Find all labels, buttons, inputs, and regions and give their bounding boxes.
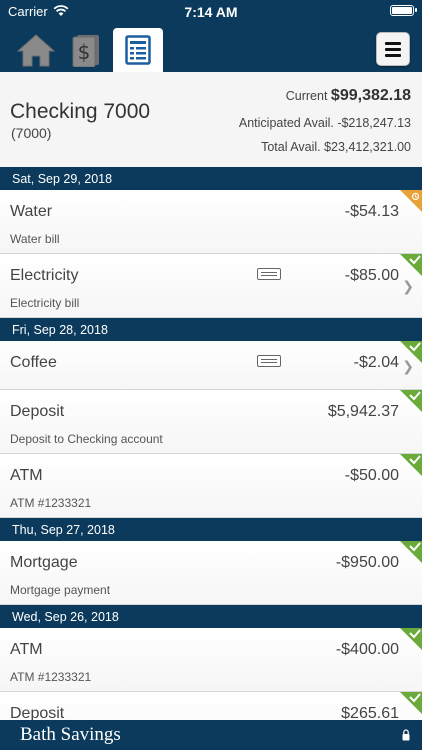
cleared-check-icon xyxy=(400,628,422,650)
transaction-memo: Mortgage payment xyxy=(10,583,111,597)
transaction-memo: Deposit to Checking account xyxy=(10,432,163,446)
transaction-memo: Electricity bill xyxy=(10,296,80,310)
transaction-amount: -$400.00 xyxy=(335,641,399,658)
transaction-name: Electricity xyxy=(10,267,79,284)
transaction-row[interactable]: Deposit Deposit to Checking account $5,9… xyxy=(0,390,422,454)
clock: 7:14 AM xyxy=(184,4,238,20)
hamburger-menu-icon xyxy=(385,41,401,45)
cleared-check-icon xyxy=(400,254,422,276)
transaction-memo: ATM #1233321 xyxy=(10,670,92,684)
cleared-check-icon xyxy=(400,541,422,563)
date-header: Sat, Sep 29, 2018 xyxy=(0,167,422,190)
lock-icon xyxy=(402,729,410,741)
transaction-row[interactable]: Water Water bill -$54.13 xyxy=(0,190,422,254)
home-icon xyxy=(16,34,56,67)
date-header: Fri, Sep 28, 2018 xyxy=(0,318,422,341)
transaction-amount: -$950.00 xyxy=(335,554,399,571)
cleared-check-icon xyxy=(400,390,422,412)
transaction-list[interactable]: Sat, Sep 29, 2018 Water Water bill -$54.… xyxy=(0,167,422,720)
transaction-memo: Water bill xyxy=(10,232,60,246)
transaction-row[interactable]: Deposit $265.61 xyxy=(0,692,422,720)
receipt-icon[interactable] xyxy=(257,355,281,367)
current-balance: Current $99,382.18 xyxy=(286,87,411,105)
hamburger-line xyxy=(385,53,401,57)
total-balance: Total Avail. $23,412,321.00 xyxy=(261,140,411,154)
transaction-row[interactable]: Coffee -$2.04 ❯ xyxy=(0,341,422,390)
anticipated-balance: Anticipated Avail. -$218,247.13 xyxy=(238,116,411,130)
status-bar: Carrier 7:14 AM xyxy=(0,0,422,22)
cleared-check-icon xyxy=(400,341,422,363)
transaction-amount: -$50.00 xyxy=(344,467,399,484)
tab-register[interactable] xyxy=(113,28,163,72)
transaction-row[interactable]: Mortgage Mortgage payment -$950.00 xyxy=(0,541,422,605)
account-number: (7000) xyxy=(11,125,52,141)
transaction-amount: $265.61 xyxy=(341,705,399,720)
transaction-amount: -$85.00 xyxy=(344,267,399,284)
account-summary: Checking 7000 (7000) Current $99,382.18 … xyxy=(0,72,422,167)
receipt-icon[interactable] xyxy=(257,268,281,280)
transaction-name: ATM xyxy=(10,467,43,484)
brand-logo: Bath Savings xyxy=(20,724,121,745)
date-header: Wed, Sep 26, 2018 xyxy=(0,605,422,628)
transaction-amount: -$54.13 xyxy=(344,203,399,220)
transaction-row[interactable]: ATM ATM #1233321 -$400.00 xyxy=(0,628,422,692)
tab-home[interactable] xyxy=(14,28,58,72)
cleared-check-icon xyxy=(400,454,422,476)
transaction-name: Coffee xyxy=(10,354,57,371)
transaction-name: Mortgage xyxy=(10,554,78,571)
transaction-memo: ATM #1233321 xyxy=(10,496,92,510)
hamburger-line xyxy=(385,47,401,51)
transaction-row[interactable]: ATM ATM #1233321 -$50.00 xyxy=(0,454,422,518)
money-icon: $ xyxy=(72,35,99,67)
battery-icon xyxy=(390,5,417,16)
top-bar: Carrier 7:14 AM $ xyxy=(0,0,422,72)
account-name: Checking 7000 xyxy=(10,100,151,123)
chevron-right-icon: ❯ xyxy=(402,278,414,294)
current-balance-value: $99,382.18 xyxy=(330,87,411,104)
transaction-name: ATM xyxy=(10,641,43,658)
current-balance-label: Current xyxy=(285,89,328,103)
cleared-check-icon xyxy=(400,692,422,714)
svg-text:$: $ xyxy=(78,40,91,64)
register-icon xyxy=(125,35,151,65)
tab-money[interactable]: $ xyxy=(66,28,106,72)
footer-bar: Bath Savings xyxy=(0,720,422,750)
transaction-amount: $5,942.37 xyxy=(327,403,399,420)
transaction-name: Deposit xyxy=(10,403,65,420)
transaction-name: Deposit xyxy=(10,705,65,720)
pending-status-icon xyxy=(400,190,422,212)
transaction-row[interactable]: Electricity Electricity bill -$85.00 ❯ xyxy=(0,254,422,318)
transaction-amount: -$2.04 xyxy=(353,354,399,371)
menu-button[interactable] xyxy=(376,32,410,66)
transaction-name: Water xyxy=(10,203,53,220)
date-header: Thu, Sep 27, 2018 xyxy=(0,518,422,541)
